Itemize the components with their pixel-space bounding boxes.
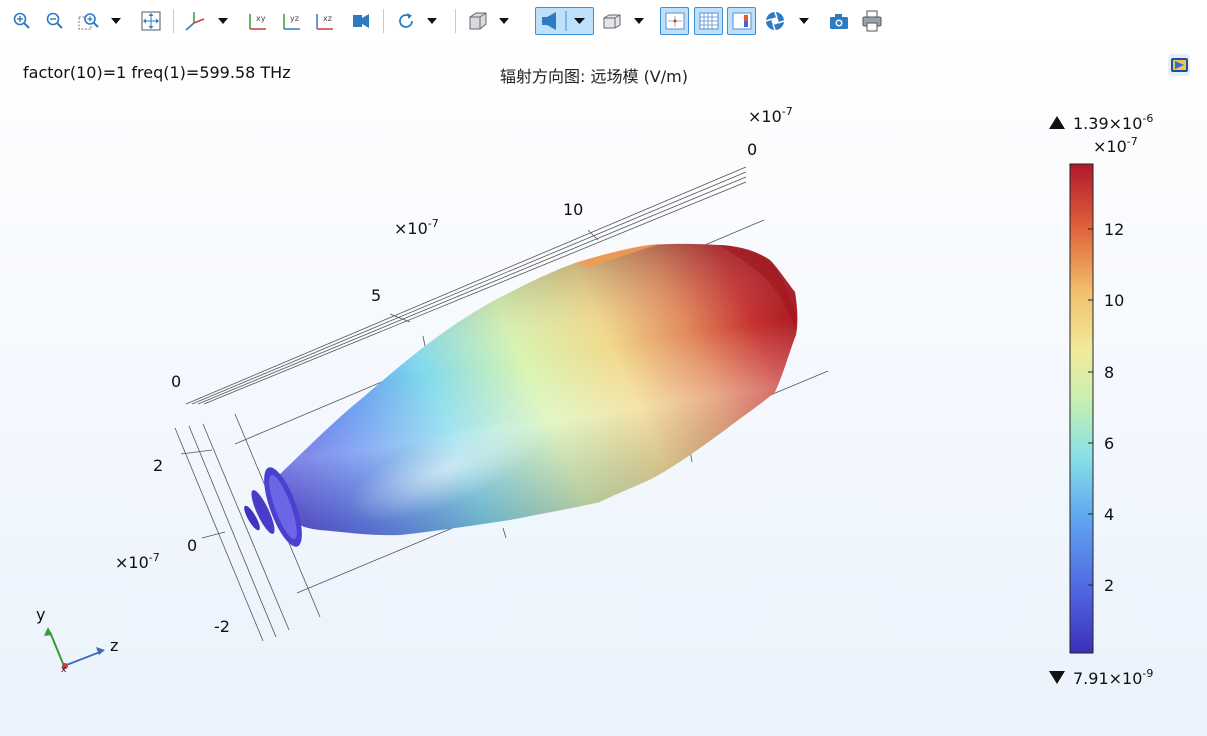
chevron-down-icon bbox=[634, 18, 644, 24]
color-table-dropdown[interactable] bbox=[797, 8, 811, 34]
svg-text:yz: yz bbox=[290, 14, 299, 23]
show-grid-button[interactable] bbox=[694, 7, 723, 35]
xy-view-button[interactable]: xy bbox=[245, 8, 271, 34]
x-axis-tick-0: 0 bbox=[171, 372, 181, 391]
chevron-down-icon bbox=[218, 18, 228, 24]
zoom-extents-icon bbox=[141, 11, 161, 31]
rotate-button[interactable] bbox=[393, 8, 419, 34]
views-dropdown[interactable] bbox=[216, 8, 230, 34]
toolbar-separator bbox=[383, 9, 384, 33]
show-legends-icon bbox=[732, 12, 751, 30]
legend-tick-2: 2 bbox=[1104, 576, 1114, 595]
toolbar-separator bbox=[455, 9, 456, 33]
chevron-down-icon bbox=[499, 18, 509, 24]
chevron-down-icon bbox=[111, 18, 121, 24]
graphics-canvas[interactable]: ×10-7 0 10 ×10-7 5 0 2 0 ×10-7 -2 y z x … bbox=[0, 42, 1207, 732]
wireframe-dropdown[interactable] bbox=[632, 8, 646, 34]
yz-view-icon: yz bbox=[283, 14, 300, 30]
zoom-extents-button[interactable] bbox=[138, 8, 164, 34]
zoom-in-button[interactable] bbox=[9, 8, 35, 34]
transparency-icon bbox=[469, 12, 487, 30]
legend-tick-10: 10 bbox=[1104, 291, 1124, 310]
zoom-in-icon bbox=[13, 12, 30, 29]
camera-icon bbox=[353, 14, 369, 28]
zoom-out-icon bbox=[46, 12, 63, 29]
transparency-button[interactable] bbox=[465, 8, 491, 34]
views-icon bbox=[185, 12, 205, 31]
z-axis-tick-top: 0 bbox=[747, 140, 757, 159]
svg-text:xy: xy bbox=[256, 14, 266, 23]
chevron-down-icon bbox=[427, 18, 437, 24]
min-triangle-icon bbox=[1049, 671, 1065, 684]
print-button[interactable] bbox=[859, 8, 885, 34]
xy-view-icon: xy bbox=[249, 14, 266, 30]
legend-tick-4: 4 bbox=[1104, 505, 1114, 524]
color-bar bbox=[1069, 163, 1094, 654]
zoom-dropdown[interactable] bbox=[109, 8, 123, 34]
legend-tick-12: 12 bbox=[1104, 220, 1124, 239]
z-axis-tick-mid: 10 bbox=[563, 200, 583, 219]
toolbar-separator bbox=[173, 9, 174, 33]
zoom-box-icon bbox=[78, 13, 99, 30]
wireframe-icon bbox=[603, 14, 621, 29]
legend-min-value: 7.91×10-9 bbox=[1073, 667, 1153, 688]
x-axis-tick-5: 5 bbox=[371, 286, 381, 305]
color-table-icon bbox=[765, 11, 785, 31]
scene-light-button[interactable] bbox=[535, 7, 594, 35]
y-axis-scale-label: ×10-7 bbox=[115, 551, 160, 572]
far-field-lobe bbox=[244, 243, 798, 547]
max-triangle-icon bbox=[1049, 116, 1065, 129]
color-legend: 1.39×10-6 ×10-7 12 10 8 6 4 2 7.91×10-9 bbox=[1049, 112, 1153, 688]
show-axis-icon bbox=[665, 12, 684, 30]
legend-tick-6: 6 bbox=[1104, 434, 1114, 453]
triad-x-label: x bbox=[61, 665, 67, 675]
show-grid-icon bbox=[699, 12, 718, 30]
zoom-box-button[interactable] bbox=[76, 8, 102, 34]
triad-z-label: z bbox=[110, 636, 118, 655]
z-axis-scale-label: ×10-7 bbox=[394, 217, 439, 238]
scene-light-icon bbox=[541, 11, 585, 31]
xz-view-icon: xz bbox=[316, 14, 333, 30]
image-snapshot-icon bbox=[830, 14, 848, 29]
rotate-icon bbox=[399, 13, 413, 28]
color-table-button[interactable] bbox=[762, 8, 788, 34]
transparency-dropdown[interactable] bbox=[497, 8, 511, 34]
axis-orientation-triad: y z x bbox=[36, 605, 118, 675]
legend-tick-8: 8 bbox=[1104, 363, 1114, 382]
xz-view-button[interactable]: xz bbox=[312, 8, 338, 34]
chevron-down-icon bbox=[799, 18, 809, 24]
camera-view-button[interactable] bbox=[348, 8, 374, 34]
legend-max-value: 1.39×10-6 bbox=[1073, 112, 1153, 133]
zoom-out-button[interactable] bbox=[42, 8, 68, 34]
y-axis-tick-2: 2 bbox=[153, 456, 163, 475]
y-axis-tick-0: 0 bbox=[187, 536, 197, 555]
yz-view-button[interactable]: yz bbox=[279, 8, 305, 34]
legend-scale-label: ×10-7 bbox=[1093, 135, 1138, 156]
wireframe-button[interactable] bbox=[599, 8, 625, 34]
views-button[interactable] bbox=[181, 8, 207, 34]
show-legends-button[interactable] bbox=[727, 7, 756, 35]
print-icon bbox=[862, 10, 882, 32]
triad-y-label: y bbox=[36, 605, 45, 624]
svg-text:xz: xz bbox=[323, 14, 332, 23]
show-axis-button[interactable] bbox=[660, 7, 689, 35]
image-snapshot-button[interactable] bbox=[826, 8, 852, 34]
x-axis-scale-label: ×10-7 bbox=[748, 105, 793, 126]
rotate-dropdown[interactable] bbox=[425, 8, 439, 34]
graphics-toolbar: xy yz xz bbox=[0, 0, 1207, 42]
y-axis-tick-neg2: -2 bbox=[214, 617, 230, 636]
